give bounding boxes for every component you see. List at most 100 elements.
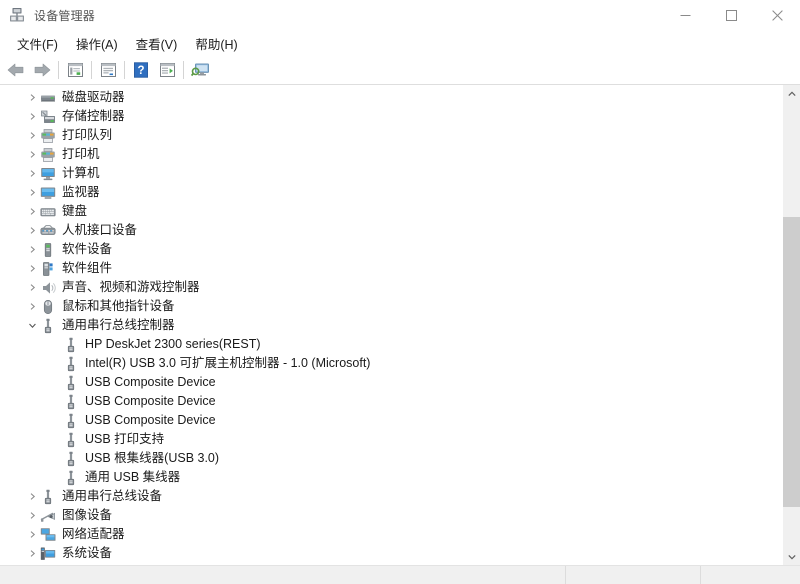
usb-icon — [63, 432, 79, 448]
tree-row-imaging-devices[interactable]: 图像设备 — [0, 506, 782, 525]
menu-file[interactable]: 文件(F) — [8, 31, 67, 56]
window-title: 设备管理器 — [34, 7, 95, 24]
menu-view[interactable]: 查看(V) — [127, 31, 187, 56]
tree-row-label: 通用串行总线设备 — [62, 487, 162, 506]
menu-action[interactable]: 操作(A) — [67, 31, 127, 56]
device-tree[interactable]: 磁盘驱动器 存储控制器 — [0, 85, 782, 565]
tree-row-sound-video-game[interactable]: 声音、视频和游戏控制器 — [0, 278, 782, 297]
computer-icon — [40, 166, 56, 182]
chevron-right-icon[interactable] — [24, 202, 40, 221]
tree-row-usb-devices[interactable]: 通用串行总线设备 — [0, 487, 782, 506]
tree-row-label: 网络适配器 — [62, 525, 125, 544]
tree-row-label: 图像设备 — [62, 506, 112, 525]
chevron-down-icon[interactable] — [24, 316, 40, 335]
tree-row-device[interactable]: USB 打印支持 — [0, 430, 782, 449]
chevron-right-icon[interactable] — [24, 240, 40, 259]
properties-icon[interactable] — [62, 58, 88, 82]
imaging-device-icon — [40, 508, 56, 524]
chevron-right-icon[interactable] — [24, 164, 40, 183]
tree-row-print-queues[interactable]: 打印队列 — [0, 126, 782, 145]
tree-row-label: HP DeskJet 2300 series(REST) — [85, 335, 261, 354]
chevron-right-icon[interactable] — [24, 126, 40, 145]
tree-row-printers[interactable]: 打印机 — [0, 145, 782, 164]
tree-row-monitors[interactable]: 监视器 — [0, 183, 782, 202]
help-icon[interactable]: ? — [128, 58, 154, 82]
tree-row-disk-drives[interactable]: 磁盘驱动器 — [0, 88, 782, 107]
tree-row-device[interactable]: USB 根集线器(USB 3.0) — [0, 449, 782, 468]
tree-row-label: 监视器 — [62, 183, 100, 202]
tree-row-device[interactable]: Intel(R) USB 3.0 可扩展主机控制器 - 1.0 (Microso… — [0, 354, 782, 373]
toolbar-separator — [58, 61, 59, 79]
chevron-right-icon[interactable] — [24, 506, 40, 525]
tree-row-device[interactable]: HP DeskJet 2300 series(REST) — [0, 335, 782, 354]
tree-row-label: 声音、视频和游戏控制器 — [62, 278, 200, 297]
scrollbar-thumb[interactable] — [783, 217, 800, 507]
chevron-right-icon[interactable] — [24, 145, 40, 164]
tree-row-software-devices[interactable]: 软件设备 — [0, 240, 782, 259]
tree-row-system-devices[interactable]: 系统设备 — [0, 544, 782, 563]
vertical-scrollbar[interactable] — [782, 85, 800, 565]
scan-hardware-icon[interactable] — [154, 58, 180, 82]
chevron-right-icon[interactable] — [24, 544, 40, 563]
status-bar — [0, 565, 800, 584]
tree-row-software-components[interactable]: 软件组件 — [0, 259, 782, 278]
tree-row-label: USB 打印支持 — [85, 430, 164, 449]
scroll-down-icon[interactable] — [783, 548, 800, 565]
usb-icon — [63, 394, 79, 410]
tree-row-label: 打印队列 — [62, 126, 112, 145]
printer-icon — [40, 147, 56, 163]
monitor-icon — [40, 185, 56, 201]
scroll-up-icon[interactable] — [783, 85, 800, 102]
system-device-icon — [40, 546, 56, 562]
chevron-right-icon[interactable] — [24, 525, 40, 544]
tree-row-label: USB Composite Device — [85, 373, 216, 392]
chevron-right-icon[interactable] — [24, 183, 40, 202]
chevron-right-icon[interactable] — [24, 278, 40, 297]
forward-arrow-icon[interactable] — [29, 58, 55, 82]
tree-row-network-adapters[interactable]: 网络适配器 — [0, 525, 782, 544]
tree-row-storage-controllers[interactable]: 存储控制器 — [0, 107, 782, 126]
chevron-right-icon[interactable] — [24, 259, 40, 278]
menu-help[interactable]: 帮助(H) — [186, 31, 246, 56]
chevron-right-icon[interactable] — [24, 487, 40, 506]
tree-row-label: 计算机 — [62, 164, 100, 183]
tree-row-mice[interactable]: 鼠标和其他指针设备 — [0, 297, 782, 316]
usb-icon — [63, 413, 79, 429]
display-adapter-icon — [40, 565, 56, 566]
close-button[interactable] — [754, 0, 800, 30]
tree-row-label: USB Composite Device — [85, 392, 216, 411]
maximize-button[interactable] — [708, 0, 754, 30]
tree-row-keyboards[interactable]: 键盘 — [0, 202, 782, 221]
tree-row-device[interactable]: 通用 USB 集线器 — [0, 468, 782, 487]
tree-row-label: 通用串行总线控制器 — [62, 316, 175, 335]
tree-row-usb-controllers[interactable]: 通用串行总线控制器 — [0, 316, 782, 335]
tree-row-label: 打印机 — [62, 145, 100, 164]
tree-row-label: Intel(R) USB 3.0 可扩展主机控制器 - 1.0 (Microso… — [85, 354, 370, 373]
tree-row-label: 显示适配器 — [62, 563, 125, 565]
tree-row-hid[interactable]: 人机接口设备 — [0, 221, 782, 240]
toolbar-separator — [91, 61, 92, 79]
chevron-right-icon[interactable] — [24, 107, 40, 126]
tree-row-display-adapters[interactable]: 显示适配器 — [0, 563, 782, 565]
tree-row-device[interactable]: USB Composite Device — [0, 392, 782, 411]
tree-row-label: USB 根集线器(USB 3.0) — [85, 449, 219, 468]
tree-row-label: 通用 USB 集线器 — [85, 468, 180, 487]
tree-row-label: 人机接口设备 — [62, 221, 137, 240]
tree-row-device[interactable]: USB Composite Device — [0, 411, 782, 430]
show-hidden-devices-icon[interactable] — [187, 58, 213, 82]
chevron-right-icon[interactable] — [24, 221, 40, 240]
chevron-right-icon[interactable] — [24, 563, 40, 565]
tree-row-computer[interactable]: 计算机 — [0, 164, 782, 183]
chevron-right-icon[interactable] — [24, 297, 40, 316]
minimize-button[interactable] — [662, 0, 708, 30]
tree-row-device[interactable]: USB Composite Device — [0, 373, 782, 392]
chevron-right-icon[interactable] — [24, 88, 40, 107]
update-driver-icon[interactable] — [95, 58, 121, 82]
title-bar: 设备管理器 — [0, 0, 800, 30]
device-manager-icon — [9, 7, 25, 23]
toolbar: ? — [0, 56, 800, 84]
printer-queue-icon — [40, 128, 56, 144]
sound-icon — [40, 280, 56, 296]
back-arrow-icon[interactable] — [3, 58, 29, 82]
svg-text:?: ? — [137, 65, 144, 77]
